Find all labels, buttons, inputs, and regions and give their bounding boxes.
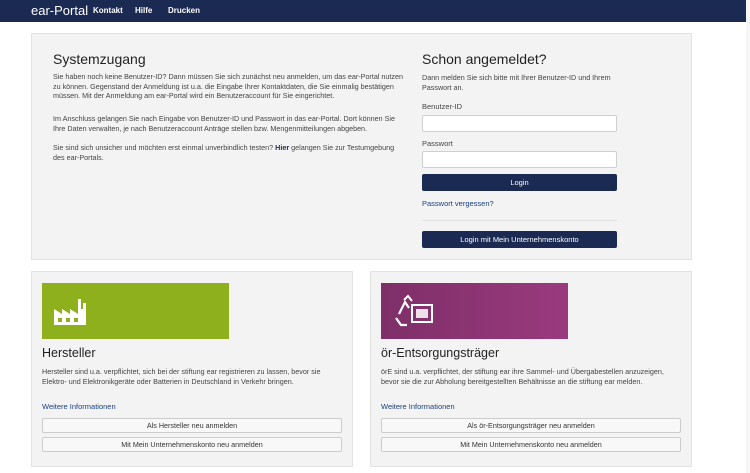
test-text-before: Sie sind sich unsicher und möchten erst … [53,143,276,152]
factory-icon [54,299,86,325]
userid-label: Benutzer-ID [422,102,463,111]
system-intro-paragraph: Sie haben noch keine Benutzer-ID? Dann m… [53,72,403,100]
test-environment-link[interactable]: Hier [275,143,289,152]
manufacturer-text: Hersteller sind u.a. verpflichtet, sich … [42,367,321,386]
system-test-paragraph: Sie sind sich unsicher und möchten erst … [53,143,405,162]
system-access-title: Systemzugang [53,51,146,67]
nav-link-kontakt[interactable]: Kontakt [93,6,123,15]
manufacturer-more-link[interactable]: Weitere Informationen [42,402,116,411]
password-input[interactable] [422,151,617,168]
disposal-register-button[interactable]: Als ör-Entsorgungsträger neu anmelden [381,418,681,433]
page-edge [746,0,750,473]
password-label: Passwort [422,139,453,148]
login-button[interactable]: Login [422,174,617,191]
login-intro: Dann melden Sie sich bitte mit Ihrer Ben… [422,73,611,92]
forgot-password-link[interactable]: Passwort vergessen? [422,199,494,208]
company-login-button[interactable]: Login mit Mein Unternehmenskonto [422,231,617,248]
disposal-company-register-button[interactable]: Mit Mein Unternehmenskonto neu anmelden [381,437,681,452]
userid-input[interactable] [422,115,617,132]
login-title: Schon angemeldet? [422,51,547,67]
system-info-paragraph: Im Anschluss gelangen Sie nach Eingabe v… [53,114,395,133]
manufacturer-banner [42,283,229,339]
nav-link-hilfe[interactable]: Hilfe [135,6,152,15]
brand-logo-text[interactable]: ear-Portal [31,3,88,18]
manufacturer-register-button[interactable]: Als Hersteller neu anmelden [42,418,342,433]
top-navbar: ear-Portal Kontakt Hilfe Drucken [0,0,750,22]
disposal-title: ör-Entsorgungsträger [381,346,500,360]
manufacturer-title: Hersteller [42,346,96,360]
recycling-container-icon [395,294,433,327]
login-divider [422,220,617,221]
disposal-banner [381,283,568,339]
nav-link-drucken[interactable]: Drucken [168,6,200,15]
disposal-more-link[interactable]: Weitere Informationen [381,402,455,411]
manufacturer-company-register-button[interactable]: Mit Mein Unternehmenskonto neu anmelden [42,437,342,452]
disposal-text: örE sind u.a. verpflichtet, der stiftung… [381,367,664,386]
